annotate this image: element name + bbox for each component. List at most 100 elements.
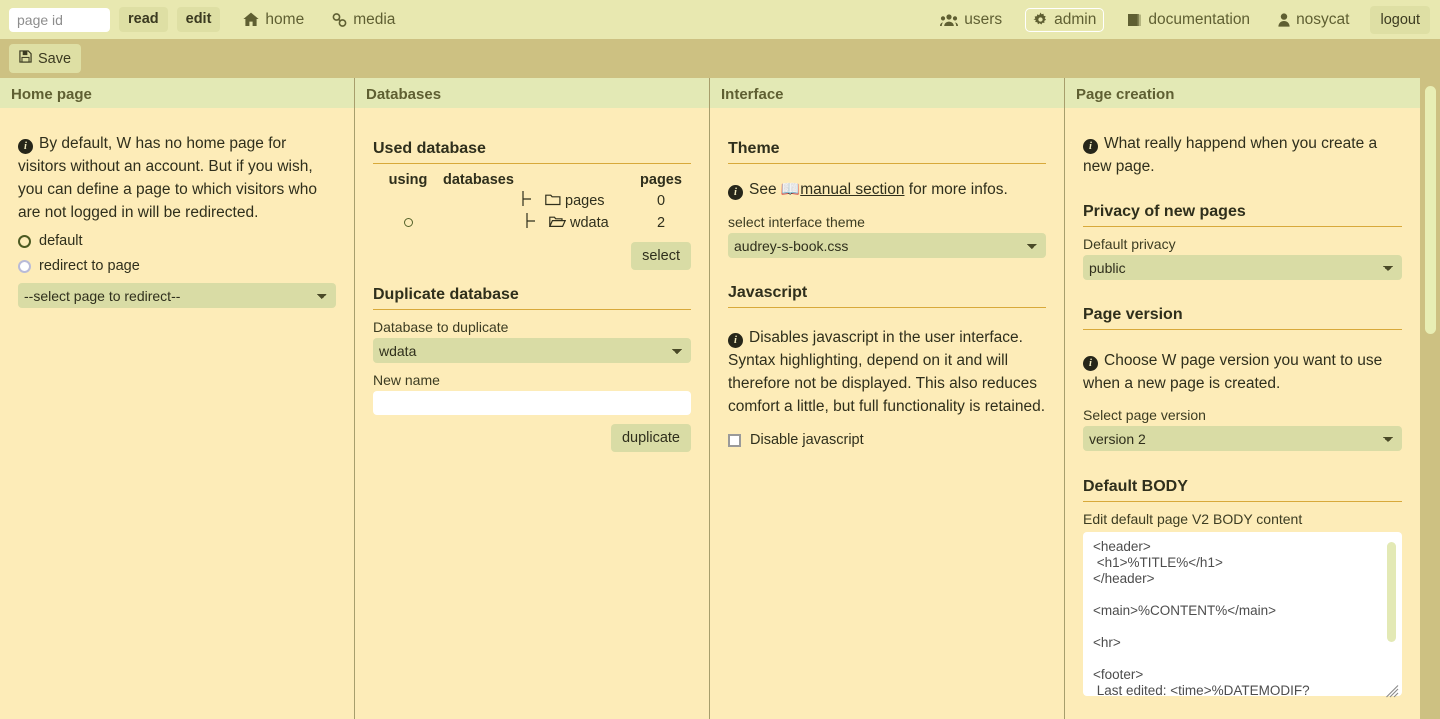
database-to-duplicate-select[interactable]: wdata: [373, 338, 691, 363]
open-book-icon: 📖: [780, 181, 801, 198]
tree-node-wdata: wdata: [443, 213, 631, 233]
theme-info-suffix: for more infos.: [908, 181, 1008, 198]
column-home-page: Home page i By default, W has no home pag…: [0, 78, 355, 719]
gear-icon: [1033, 12, 1048, 27]
label-database-to-duplicate: Database to duplicate: [373, 319, 509, 335]
page-version-select[interactable]: version 2: [1083, 426, 1402, 452]
radio-redirect-label: redirect to page: [39, 258, 140, 275]
column-interface: Interface Theme i See 📖manual section for…: [710, 78, 1065, 719]
interface-theme-select[interactable]: audrey-s-book.css: [728, 233, 1046, 259]
column-header-pages: pages: [640, 172, 682, 188]
tree-node-pages: pages: [443, 191, 631, 211]
heading-default-body: Default BODY: [1083, 478, 1402, 503]
column-header-databases: databases: [443, 172, 514, 188]
cell-pages-count-wdata: 2: [656, 215, 666, 231]
label-select-page-version: Select page version: [1083, 407, 1206, 424]
person-icon: [1278, 12, 1290, 27]
top-nav-right-group: users admin documentation nosycat logout: [917, 0, 1430, 39]
nav-documentation-link[interactable]: documentation: [1122, 8, 1255, 32]
page-id-input[interactable]: [9, 7, 110, 32]
column-header-using: using: [388, 172, 428, 188]
action-toolbar: Save: [0, 39, 1440, 78]
theme-info-prefix: See: [749, 181, 777, 198]
folder-open-icon: [548, 215, 567, 232]
book-icon: [1127, 13, 1142, 27]
label-default-body: Edit default page V2 BODY content: [1083, 511, 1303, 528]
heading-used-database: Used database: [373, 140, 691, 164]
page-creation-info-text: What really happend when you create a ne…: [1083, 135, 1378, 176]
column-body-interface: Theme i See 📖manual section for more info…: [710, 108, 1064, 719]
info-icon: i: [728, 185, 743, 200]
javascript-info-text: Disables javascript in the user interfac…: [728, 329, 1046, 416]
disable-javascript-label: Disable javascript: [750, 432, 864, 449]
column-title-interface: Interface: [710, 78, 1064, 108]
radio-redirect-to-page[interactable]: redirect to page: [18, 258, 336, 274]
duplicate-action-row: duplicate: [373, 424, 691, 452]
nav-home-link[interactable]: home: [238, 8, 309, 32]
nav-documentation-label: documentation: [1148, 10, 1251, 28]
javascript-info: i Disables javascript in the user interfa…: [728, 326, 1046, 418]
nav-media-link[interactable]: media: [327, 8, 400, 32]
save-button[interactable]: Save: [9, 44, 82, 73]
radio-default-indicator[interactable]: [18, 234, 31, 248]
cell-database-wdata: wdata: [443, 212, 631, 234]
radio-default-label: default: [39, 233, 83, 250]
home-icon: [243, 12, 260, 27]
column-title-databases: Databases: [355, 78, 709, 108]
default-body-textarea[interactable]: <header> <h1>%TITLE%</h1> </header> <mai…: [1083, 532, 1402, 697]
default-privacy-select[interactable]: public: [1083, 255, 1402, 281]
radio-using-wdata[interactable]: [403, 218, 413, 227]
tree-branch-icon: [521, 191, 541, 211]
database-name-wdata: wdata: [570, 215, 609, 231]
save-label: Save: [38, 50, 72, 67]
app-window: read edit home media: [0, 0, 1440, 719]
folder-closed-icon: [545, 193, 561, 210]
disable-javascript-row[interactable]: Disable javascript: [728, 432, 1046, 448]
table-row: pages 0: [373, 190, 691, 212]
top-navigation-bar: read edit home media: [0, 0, 1440, 39]
nav-admin-label: admin: [1054, 10, 1097, 28]
table-row: wdata 2: [373, 212, 691, 234]
home-page-info-text: By default, W has no home page for visit…: [18, 135, 317, 222]
column-body-databases: Used database using databases pages page…: [355, 108, 709, 719]
radio-default[interactable]: default: [18, 233, 336, 249]
used-database-table: using databases pages pages 0 wdata 2: [373, 170, 691, 234]
nav-users-link[interactable]: users: [935, 8, 1007, 32]
cell-using-wdata: [373, 212, 443, 234]
redirect-page-select[interactable]: --select page to redirect--: [18, 283, 336, 309]
disable-javascript-checkbox[interactable]: [728, 433, 741, 447]
select-database-button[interactable]: select: [631, 242, 691, 270]
column-title-home-page: Home page: [0, 78, 354, 108]
info-icon: i: [1083, 139, 1098, 154]
floppy-disk-icon: [19, 50, 32, 67]
radio-redirect-indicator[interactable]: [18, 259, 31, 273]
page-scrollbar[interactable]: [1420, 78, 1440, 719]
label-new-name: New name: [373, 372, 440, 388]
duplicate-button[interactable]: duplicate: [610, 424, 691, 452]
home-page-info: i By default, W has no home page for visi…: [18, 132, 336, 224]
label-select-interface-theme: select interface theme: [728, 214, 865, 231]
new-name-input[interactable]: [373, 391, 691, 415]
nav-users-label: users: [964, 10, 1003, 28]
nav-admin-link[interactable]: admin: [1025, 7, 1105, 32]
manual-section-link[interactable]: manual section: [800, 181, 904, 198]
default-body-editor: <header> <h1>%TITLE%</h1> </header> <mai…: [1083, 532, 1402, 701]
heading-javascript: Javascript: [728, 284, 1046, 309]
info-icon: i: [728, 333, 743, 349]
column-page-creation: Page creation i What really happend when …: [1065, 78, 1420, 719]
cell-pages-count-pages: 0: [656, 193, 666, 209]
textarea-scrollbar-thumb[interactable]: [1387, 542, 1396, 643]
page-scrollbar-thumb[interactable]: [1425, 86, 1436, 334]
column-body-home-page: i By default, W has no home page for visi…: [0, 108, 354, 719]
edit-button[interactable]: edit: [176, 6, 221, 33]
logout-button[interactable]: logout: [1370, 5, 1430, 34]
nav-user-link[interactable]: nosycat: [1273, 8, 1354, 32]
link-icon: [332, 12, 347, 27]
read-button[interactable]: read: [119, 6, 168, 33]
select-database-row: select: [373, 242, 691, 270]
cell-database-pages: pages: [443, 190, 631, 212]
tree-branch-icon: [525, 213, 545, 233]
heading-theme: Theme: [728, 140, 1046, 164]
label-default-privacy: Default privacy: [1083, 236, 1176, 253]
page-version-info-text: Choose W page version you want to use wh…: [1083, 352, 1383, 393]
